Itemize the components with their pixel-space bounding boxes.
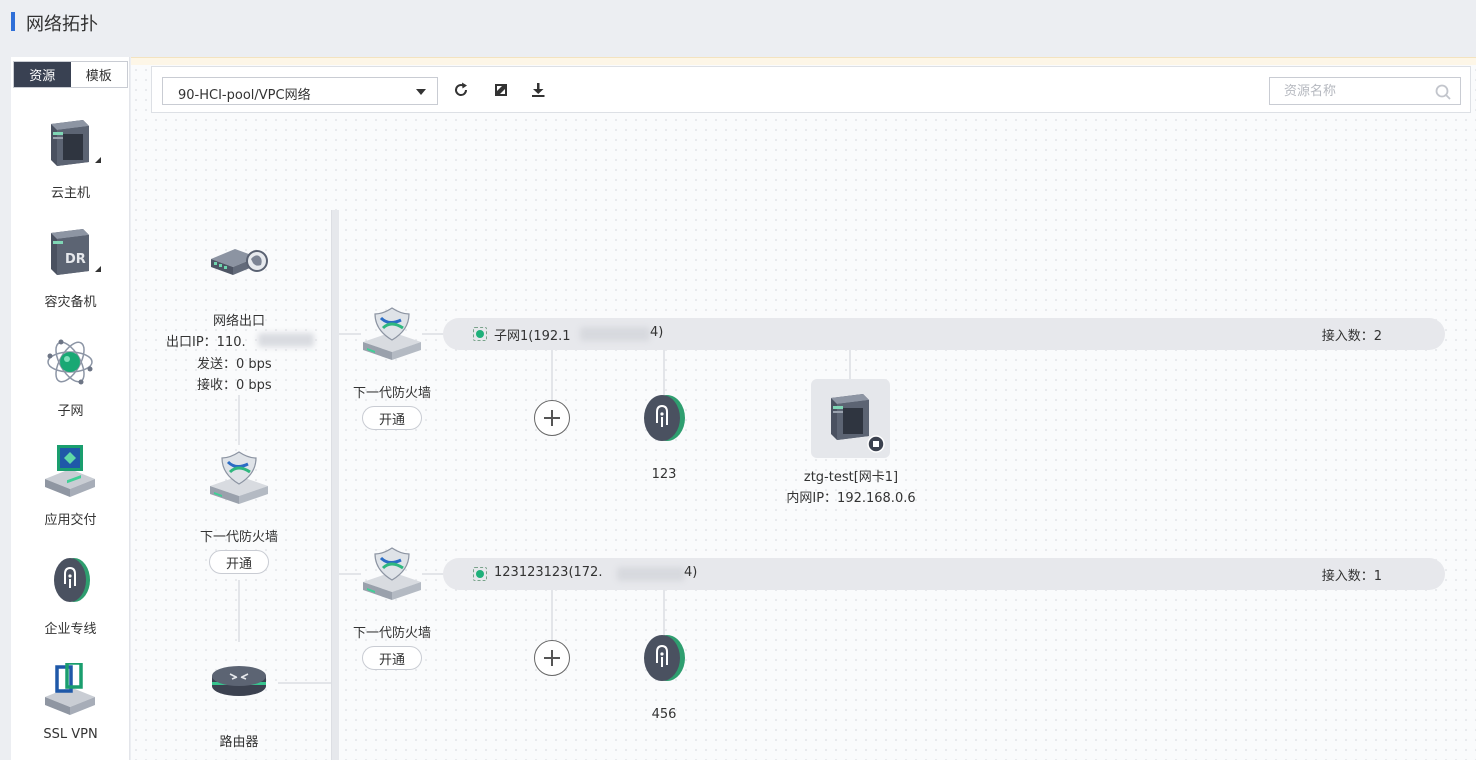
redacted-cidr [580,327,650,341]
egress-recv: 接收：0 bps [197,378,272,393]
redacted-ip [258,333,314,347]
palette-item-dr-backup[interactable]: DR 容灾备机 [11,227,130,327]
subnet-icon [47,339,93,385]
link-firewall-subnet-2 [422,573,444,575]
tab-resources[interactable]: 资源 [14,62,71,87]
subnet-bar-2[interactable]: 123123123(172. 4) 接入数：1 [443,558,1445,590]
palette-item-label: SSL VPN [43,727,98,742]
ssl-vpn-icon [45,663,95,715]
vm-name: ztg-test[网卡1] [803,470,899,485]
line-label: 123 [651,467,677,482]
add-device-button[interactable] [534,400,570,436]
palette-item-label: 云主机 [50,186,90,201]
topology-toolbar: 90-HCI-pool/VPC网络 [151,66,1471,113]
firewall-label: 下一代防火墙 [352,626,432,641]
page-header: 网络拓扑 [0,0,1476,44]
palette-item-subnet[interactable]: 子网 [11,336,130,436]
subnet-name-suffix: 4) [684,565,698,580]
network-select[interactable]: 90-HCI-pool/VPC网络 [162,77,438,105]
palette-item-label: 企业专线 [44,622,97,637]
router-label: 路由器 [219,735,259,750]
palette-item-ssl-vpn[interactable]: SSL VPN [11,663,130,760]
firewall-label: 下一代防火墙 [199,530,279,545]
tab-templates[interactable]: 模板 [71,62,128,87]
palette-tabs: 资源 模板 [13,61,128,88]
enterprise-line-icon[interactable] [641,633,687,683]
link-subnet2-add [551,590,553,640]
palette-item-enterprise-line[interactable]: 企业专线 [11,554,130,654]
dr-backup-host-icon: DR [51,229,89,275]
title-accent-bar [11,12,15,31]
vm-node[interactable] [811,379,890,458]
refresh-icon[interactable] [452,81,470,99]
link-router-bus [278,682,332,684]
enterprise-line-icon[interactable] [641,393,687,443]
link-firewall-router [238,580,240,642]
link-subnet2-line [663,590,665,636]
chevron-down-icon [416,89,426,95]
palette-item-label: 应用交付 [44,513,97,528]
firewall-icon[interactable] [361,306,423,362]
link-subnet1-line [663,350,665,396]
redacted-cidr [617,567,685,581]
palette-item-app-delivery[interactable]: 应用交付 [11,445,130,545]
egress-send: 发送：0 bps [197,357,272,372]
enterprise-line-icon [54,558,90,602]
subnet-name: 123123123(172. [494,565,603,580]
palette-item-cloud-host[interactable]: 云主机 [11,118,130,218]
resource-search [1269,77,1461,105]
page-title: 网络拓扑 [26,14,98,35]
open-firewall-button[interactable]: 开通 [362,646,422,670]
link-bus-firewall-1 [339,333,361,335]
line-label: 456 [651,707,677,722]
subnet-name: 子网1(192.1 [494,329,571,344]
subnet-bar-1[interactable]: 子网1(192.1 4) 接入数：2 [443,318,1445,350]
search-input[interactable] [1270,78,1430,104]
fullscreen-icon[interactable] [492,81,510,99]
cloud-host-icon [51,120,89,166]
router-icon[interactable] [210,660,268,702]
subnet-access-count: 接入数：1 [1321,569,1382,584]
open-firewall-button[interactable]: 开通 [209,550,269,574]
palette-item-label: 子网 [57,404,84,419]
network-egress-icon[interactable] [209,241,271,281]
subnet-access-count: 接入数：2 [1321,329,1382,344]
link-firewall-subnet-1 [422,333,444,335]
egress-ip: 出口IP：110. [166,335,246,350]
open-firewall-button[interactable]: 开通 [362,406,422,430]
svg-text:DR: DR [65,252,86,267]
app-delivery-icon [45,445,95,497]
egress-label: 网络出口 [212,314,266,329]
notice-strip [131,57,1476,65]
link-egress-firewall [238,395,240,445]
network-select-value: 90-HCI-pool/VPC网络 [178,88,311,103]
resource-palette: 资源 模板 云主机 DR 容灾备机 子网 应用交付 企业专线 SSL VPN [11,57,130,760]
stopped-status-icon [867,435,885,453]
link-bus-firewall-2 [339,573,361,575]
link-subnet1-vm [849,350,851,380]
search-icon[interactable] [1434,83,1452,101]
firewall-icon[interactable] [361,546,423,602]
add-device-button[interactable] [534,640,570,676]
subnet-status-icon [473,327,487,341]
expand-corner-icon [95,157,101,163]
link-subnet1-add [551,350,553,400]
download-icon[interactable] [529,81,547,99]
firewall-label: 下一代防火墙 [352,386,432,401]
palette-item-label: 容灾备机 [44,295,97,310]
vm-ip: 内网IP：192.168.0.6 [786,491,916,506]
subnet-name-suffix: 4) [650,325,664,340]
subnet-status-icon [473,567,487,581]
firewall-icon[interactable] [208,450,270,506]
network-bus [331,210,339,760]
expand-corner-icon [95,266,101,272]
